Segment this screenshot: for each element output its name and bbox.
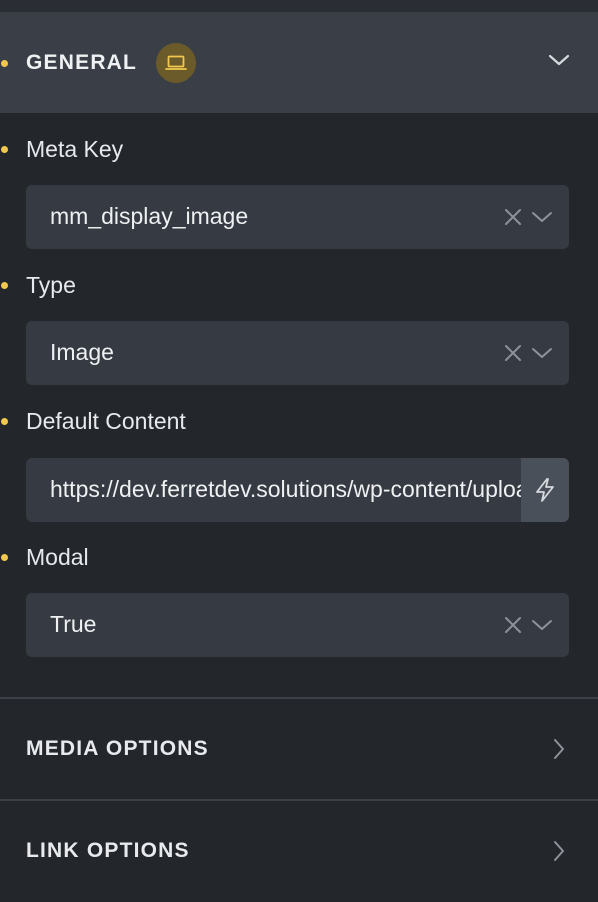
media-options-title: MEDIA OPTIONS: [26, 737, 209, 760]
clear-icon[interactable]: [503, 615, 523, 635]
chevron-down-icon[interactable]: [531, 210, 553, 224]
chevron-right-icon[interactable]: [552, 840, 566, 862]
type-select[interactable]: Image: [26, 321, 569, 385]
modal-value: True: [50, 611, 97, 637]
media-options-section-header[interactable]: MEDIA OPTIONS: [0, 699, 598, 799]
default-content-label: Default Content: [26, 408, 186, 434]
clear-icon[interactable]: [503, 207, 523, 227]
indicator-dot: [1, 60, 8, 67]
laptop-badge: [156, 43, 196, 83]
default-content-input[interactable]: https://dev.ferretdev.solutions/wp-conte…: [26, 458, 521, 522]
meta-key-value: mm_display_image: [50, 203, 249, 229]
chevron-down-icon[interactable]: [531, 346, 553, 360]
link-options-title: LINK OPTIONS: [26, 839, 190, 862]
laptop-icon: [165, 55, 187, 70]
meta-key-label: Meta Key: [26, 136, 124, 162]
indicator-dot: [1, 554, 8, 561]
lightning-bolt-icon: [536, 478, 554, 502]
general-section-title: GENERAL: [26, 51, 138, 74]
chevron-right-icon[interactable]: [552, 738, 566, 760]
settings-panel: GENERAL Meta Key mm_display_image Type I…: [0, 0, 598, 902]
meta-key-select[interactable]: mm_display_image: [26, 185, 569, 249]
top-strip: [0, 0, 598, 13]
indicator-dot: [1, 418, 8, 425]
indicator-dot: [1, 282, 8, 289]
link-options-section-header[interactable]: LINK OPTIONS: [0, 801, 598, 902]
chevron-down-icon[interactable]: [531, 618, 553, 632]
default-content-value: https://dev.ferretdev.solutions/wp-conte…: [50, 476, 521, 502]
modal-label: Modal: [26, 544, 89, 570]
chevron-down-icon[interactable]: [548, 53, 570, 67]
modal-select[interactable]: True: [26, 593, 569, 657]
dynamic-data-button[interactable]: [521, 458, 569, 522]
type-value: Image: [50, 339, 114, 365]
type-label: Type: [26, 272, 76, 298]
indicator-dot: [1, 146, 8, 153]
general-section-header[interactable]: GENERAL: [0, 13, 598, 113]
clear-icon[interactable]: [503, 343, 523, 363]
